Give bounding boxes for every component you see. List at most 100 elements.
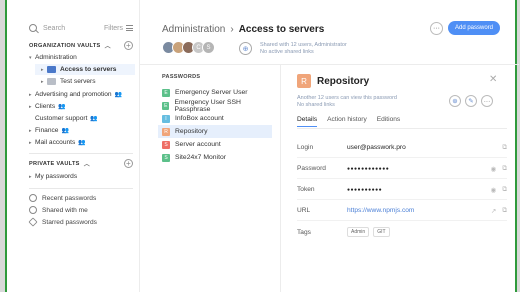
- field-url: URL https://www.npmjs.com ↗ ⧉: [297, 201, 507, 221]
- sidebar-item-administration[interactable]: ▾ Administration: [29, 54, 135, 61]
- tag-badge[interactable]: Admin: [347, 227, 370, 237]
- app-window: Search Filters ORGANIZATION VAULTS ︿ + ▾…: [5, 0, 519, 292]
- star-icon: [28, 217, 38, 227]
- sharing-info: Shared with 12 users, Administrator No a…: [260, 42, 347, 56]
- tab-action-history[interactable]: Action history: [327, 116, 367, 127]
- add-password-button[interactable]: Add password: [448, 21, 500, 35]
- avatar: S: [202, 41, 215, 54]
- org-vaults-title: ORGANIZATION VAULTS: [29, 42, 101, 49]
- list-title: PASSWORDS: [162, 74, 201, 80]
- sidebar-item-recent[interactable]: Recent passwords: [29, 194, 96, 202]
- group-icon: 👥: [90, 115, 98, 122]
- eye-icon[interactable]: ◉: [491, 186, 497, 194]
- shared-links-text: No active shared links: [260, 49, 314, 55]
- sidebar-item-label: Advertising and promotion: [35, 91, 112, 98]
- item-badge: R: [162, 127, 170, 136]
- private-vaults-title: PRIVATE VAULTS: [29, 160, 80, 167]
- add-vault-icon[interactable]: +: [124, 41, 133, 50]
- list-item[interactable]: S Server account: [158, 138, 272, 151]
- group-icon: 👥: [58, 103, 66, 110]
- tab-editions[interactable]: Editions: [377, 116, 400, 127]
- item-label: Repository: [175, 128, 208, 135]
- field-value[interactable]: user@passwork.pro: [347, 144, 406, 151]
- add-user-icon[interactable]: ⊕: [449, 95, 461, 107]
- field-value[interactable]: ●●●●●●●●●●●●: [347, 166, 389, 172]
- sidebar-item-label: Recent passwords: [42, 194, 97, 202]
- list-item[interactable]: E Emergency Server User: [158, 86, 272, 99]
- list-item[interactable]: S Site24x7 Monitor: [158, 151, 272, 164]
- field-label: Tags: [297, 228, 311, 236]
- field-tags: Tags Admin GIT: [297, 222, 507, 242]
- sidebar-item-label: Mail accounts: [35, 139, 76, 146]
- chevron-up-icon[interactable]: ︿: [105, 41, 111, 50]
- list-item[interactable]: E Emergency User SSH Passphrase: [158, 99, 272, 113]
- more-options-button[interactable]: ···: [481, 95, 493, 107]
- more-options-button[interactable]: ···: [430, 22, 443, 35]
- copy-icon[interactable]: ⧉: [502, 144, 507, 152]
- sidebar-item-label: Customer support: [35, 115, 88, 122]
- breadcrumb: Administration › Access to servers: [162, 24, 324, 35]
- avatar-group[interactable]: C S: [162, 41, 215, 54]
- field-label: URL: [297, 207, 311, 214]
- sidebar-item-customer-support[interactable]: Customer support 👥: [29, 115, 135, 122]
- edit-icon[interactable]: ✎: [465, 95, 477, 107]
- group-icon: 👥: [78, 139, 86, 146]
- close-icon[interactable]: ✕: [489, 74, 497, 85]
- item-badge: E: [162, 101, 170, 110]
- sidebar-item-mail-accounts[interactable]: ▸ Mail accounts 👥: [29, 139, 135, 146]
- item-badge: S: [162, 140, 170, 149]
- sidebar-item-label: Shared with me: [42, 206, 88, 214]
- eye-icon[interactable]: ◉: [491, 165, 497, 173]
- detail-badge: R: [297, 74, 311, 88]
- detail-users-text[interactable]: Another 12 users can view this password: [297, 95, 397, 102]
- copy-icon[interactable]: ⧉: [502, 207, 507, 215]
- password-detail: R Repository ✕ Another 12 users can view…: [281, 64, 519, 292]
- sidebar-item-label: Administration: [35, 54, 77, 61]
- tag-badge[interactable]: GIT: [373, 227, 390, 237]
- search-input[interactable]: Search: [43, 25, 65, 32]
- item-badge: E: [162, 88, 170, 97]
- sidebar-item-advertising[interactable]: ▸ Advertising and promotion 👥: [29, 91, 135, 98]
- divider: [29, 188, 133, 189]
- chevron-up-icon[interactable]: ︿: [84, 159, 90, 168]
- item-label: Server account: [175, 141, 221, 148]
- password-list: PASSWORDS E Emergency Server User E Emer…: [140, 64, 281, 292]
- sidebar-item-finance[interactable]: ▸ Finance 👥: [29, 127, 135, 134]
- divider: [297, 128, 507, 129]
- sidebar-item-test-servers[interactable]: ▸ Test servers: [41, 78, 147, 85]
- field-value[interactable]: ●●●●●●●●●●: [347, 187, 382, 193]
- field-label: Token: [297, 186, 315, 193]
- sidebar-item-label: Starred passwords: [42, 218, 97, 226]
- add-private-vault-icon[interactable]: +: [124, 159, 133, 168]
- filters-button[interactable]: Filters: [104, 25, 133, 32]
- copy-icon[interactable]: ⧉: [502, 165, 507, 173]
- detail-tabs: Details Action history Editions: [297, 116, 400, 127]
- filter-icon: [126, 25, 133, 31]
- sidebar-item-clients[interactable]: ▸ Clients 👥: [29, 103, 135, 110]
- detail-sharing-info: Another 12 users can view this password …: [297, 95, 397, 109]
- add-user-icon[interactable]: ⊕: [239, 42, 252, 55]
- list-item-selected[interactable]: R Repository: [158, 125, 272, 138]
- item-label: Emergency Server User: [175, 89, 248, 96]
- copy-icon[interactable]: ⧉: [502, 186, 507, 194]
- field-login: Login user@passwork.pro ⧉: [297, 138, 507, 158]
- sidebar-item-access-to-servers[interactable]: ▸ Access to servers: [35, 64, 135, 75]
- page-title: Access to servers: [238, 24, 325, 35]
- sidebar-item-starred[interactable]: Starred passwords: [28, 217, 97, 227]
- sidebar-item-shared[interactable]: Shared with me: [29, 206, 88, 214]
- clock-icon: [29, 194, 37, 202]
- sidebar-item-my-passwords[interactable]: ▸ My passwords: [29, 173, 135, 180]
- folder-icon: [47, 66, 56, 73]
- shared-users-text[interactable]: Shared with 12 users, Administrator: [260, 42, 347, 49]
- field-label: Password: [297, 165, 326, 172]
- chevron-right-icon: ›: [230, 24, 234, 35]
- tab-details[interactable]: Details: [297, 116, 318, 127]
- search-bar[interactable]: Search Filters: [29, 22, 133, 34]
- list-item[interactable]: I InfoBox account: [158, 112, 272, 125]
- sidebar-item-label: Access to servers: [60, 66, 117, 73]
- item-label: InfoBox account: [175, 115, 224, 122]
- url-link[interactable]: https://www.npmjs.com: [347, 207, 414, 214]
- folder-icon: [47, 78, 56, 85]
- open-link-icon[interactable]: ↗: [491, 207, 496, 215]
- breadcrumb-parent[interactable]: Administration: [162, 24, 225, 35]
